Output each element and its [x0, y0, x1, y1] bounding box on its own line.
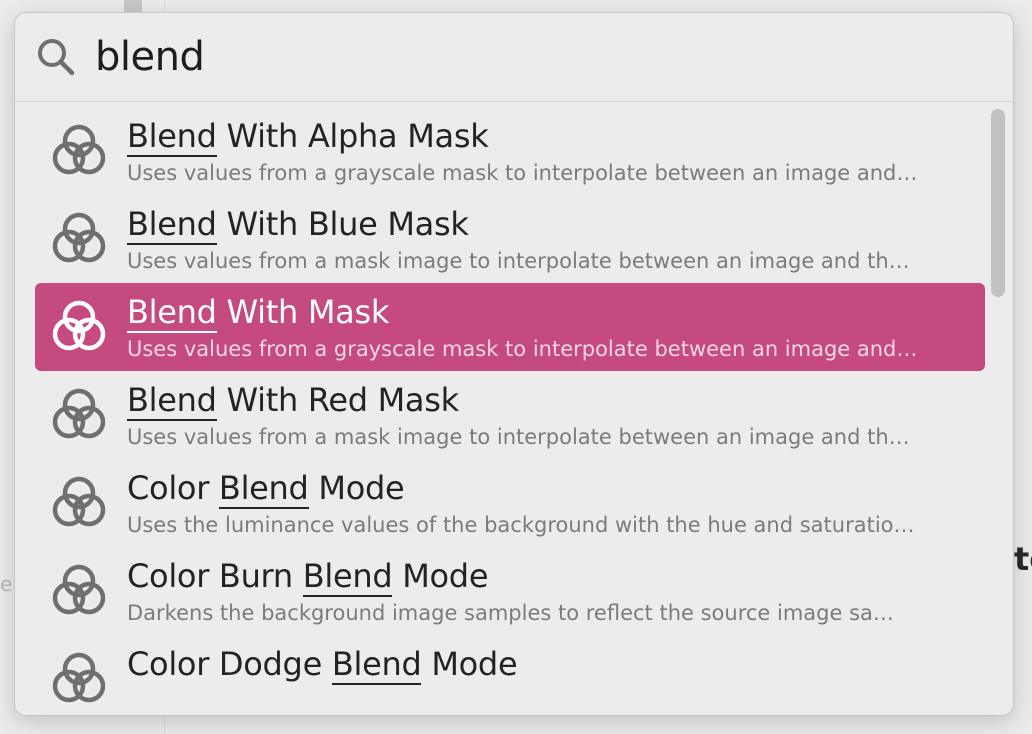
result-description: Darkens the background image samples to …: [127, 601, 894, 625]
result-title: Color Dodge Blend Mode: [127, 645, 518, 685]
result-title: Blend With Red Mask: [127, 381, 460, 421]
three-circles-icon: [49, 649, 109, 709]
scrollbar-thumb[interactable]: [991, 109, 1005, 297]
results-list: Blend With Alpha Mask Uses values from a …: [15, 103, 1013, 715]
result-title-suffix: With Red Mask: [216, 381, 460, 419]
result-title-match: Blend: [331, 645, 422, 685]
result-title-prefix: Color: [127, 469, 219, 507]
result-title-prefix: Color Burn: [127, 557, 303, 595]
result-item[interactable]: Blend With Mask Uses values from a graysc…: [35, 283, 985, 371]
result-title-suffix: Mode: [308, 469, 405, 507]
three-circles-icon: [49, 385, 109, 445]
search-input[interactable]: [95, 34, 895, 80]
result-title-match: Blend: [127, 381, 217, 421]
scrollbar[interactable]: [991, 105, 1005, 705]
result-description: Uses values from a mask image to interpo…: [127, 249, 910, 273]
result-item[interactable]: Color Blend Mode Uses the luminance value…: [35, 459, 985, 547]
result-title-match: Blend: [127, 293, 217, 333]
three-circles-icon: [49, 297, 109, 357]
three-circles-icon: [49, 561, 109, 621]
result-item[interactable]: Blend With Red Mask Uses values from a ma…: [35, 371, 985, 459]
result-item[interactable]: Color Burn Blend Mode Darkens the backgro…: [35, 547, 985, 635]
result-description: Uses values from a grayscale mask to int…: [127, 337, 918, 361]
result-title: Blend With Mask: [127, 293, 390, 333]
three-circles-icon: [49, 473, 109, 533]
result-title-suffix: With Mask: [216, 293, 390, 331]
three-circles-icon: [49, 121, 109, 181]
result-item[interactable]: Blend With Blue Mask Uses values from a m…: [35, 195, 985, 283]
result-title-match: Blend: [127, 205, 217, 245]
search-bar: [15, 13, 1013, 102]
result-title-match: Blend: [218, 469, 309, 509]
result-title-suffix: With Blue Mask: [216, 205, 469, 243]
result-title: Blend With Alpha Mask: [127, 117, 489, 157]
result-description: Uses values from a mask image to interpo…: [127, 425, 910, 449]
result-item[interactable]: Blend With Alpha Mask Uses values from a …: [35, 107, 985, 195]
result-title-suffix: Mode: [392, 557, 489, 595]
result-description: Uses the luminance values of the backgro…: [127, 513, 915, 537]
result-title-match: Blend: [302, 557, 393, 597]
result-description: Uses values from a grayscale mask to int…: [127, 161, 918, 185]
result-title-match: Blend: [127, 117, 217, 157]
result-title-suffix: Mode: [421, 645, 518, 683]
result-title-prefix: Color Dodge: [127, 645, 332, 683]
magnifier-icon: [35, 36, 77, 78]
result-title: Color Burn Blend Mode: [127, 557, 489, 597]
three-circles-icon: [49, 209, 109, 269]
background-text-fragment: te: [1014, 540, 1032, 578]
result-title: Color Blend Mode: [127, 469, 405, 509]
result-title: Blend With Blue Mask: [127, 205, 469, 245]
search-popup: Blend With Alpha Mask Uses values from a …: [14, 12, 1014, 716]
result-title-suffix: With Alpha Mask: [216, 117, 489, 155]
result-item[interactable]: Color Dodge Blend Mode: [35, 635, 985, 715]
